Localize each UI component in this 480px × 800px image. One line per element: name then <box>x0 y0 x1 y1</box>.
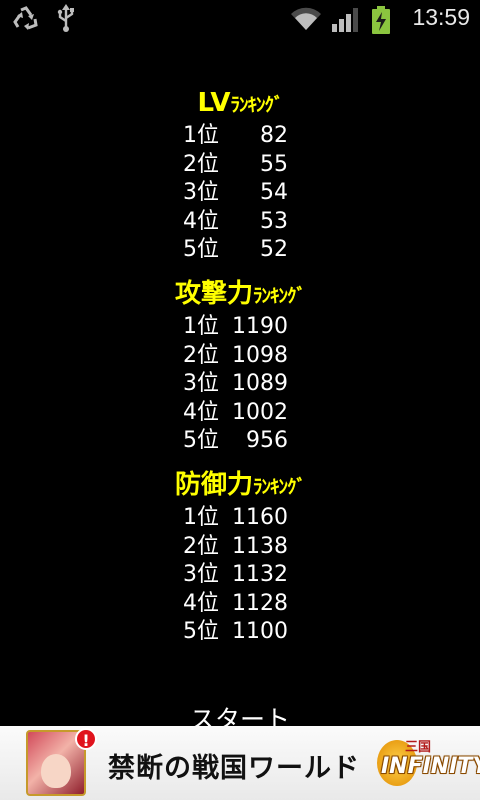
ranking-row: 4位 1128 <box>0 590 480 619</box>
rank-value: 1098 <box>232 342 288 368</box>
rank-value: 82 <box>260 123 288 148</box>
ranking-title-kana: ﾗﾝｷﾝｸﾞ <box>230 94 284 116</box>
ranking-title-main: 攻撃力 <box>174 278 253 309</box>
ranking-row: 1位 1160 <box>0 504 480 533</box>
ad-logo-sub: 三国 <box>405 740 432 755</box>
ranking-row: 2位 1138 <box>0 533 480 562</box>
rank-value: 1128 <box>232 590 288 616</box>
usb-icon <box>56 4 76 36</box>
ranking-row: 5位 956 <box>0 427 480 456</box>
ad-text: 禁断の戦国ワールド <box>108 753 360 784</box>
ranking-title-kana: ﾗﾝｷﾝｸﾞ <box>253 284 306 307</box>
ranking-title-kana: ﾗﾝｷﾝｸﾞ <box>253 475 306 498</box>
ranking-row: 5位 52 <box>0 236 480 265</box>
ranking-row: 4位 53 <box>0 208 480 237</box>
rank-value: 1002 <box>232 399 288 425</box>
clock: 13:59 <box>412 4 470 30</box>
signal-icon <box>332 8 358 36</box>
ranking-title: LVﾗﾝｷﾝｸﾞ <box>0 84 480 122</box>
ranking-row: 4位 1002 <box>0 399 480 428</box>
ranking-row: 2位 55 <box>0 151 480 180</box>
rank-value: 1089 <box>232 371 288 397</box>
rank-value: 54 <box>260 180 288 206</box>
ranking-row: 3位 1089 <box>0 370 480 399</box>
rankings-panel: LVﾗﾝｷﾝｸﾞ 1位 82 2位 55 3位 54 4位 53 5位 52 攻撃力ﾗﾝｷﾝｸﾞ 1位 1… <box>0 84 480 647</box>
ranking-section: 防御力ﾗﾝｷﾝｸﾞ 1位 1160 2位 1138 3位 1132 4位 1128 5位 1100 <box>0 466 480 647</box>
ad-banner[interactable]: ! 禁断の戦国ワールド 三国 INFINITY <box>0 726 480 800</box>
ranking-list: 1位 1160 2位 1138 3位 1132 4位 1128 5位 1100 <box>0 504 480 647</box>
ranking-section: LVﾗﾝｷﾝｸﾞ 1位 82 2位 55 3位 54 4位 53 5位 52 <box>0 84 480 265</box>
ranking-list: 1位 82 2位 55 3位 54 4位 53 5位 52 <box>0 122 480 265</box>
ranking-row: 1位 1190 <box>0 313 480 342</box>
ad-alert-badge: ! <box>75 728 97 750</box>
ranking-title-main: LV <box>197 88 231 118</box>
ranking-section: 攻撃力ﾗﾝｷﾝｸﾞ 1位 1190 2位 1098 3位 1089 4位 1002 5位 956 <box>0 275 480 456</box>
ranking-row: 5位 1100 <box>0 618 480 647</box>
ranking-row: 3位 1132 <box>0 561 480 590</box>
rank-value: 956 <box>246 428 288 454</box>
rank-value: 1100 <box>232 619 288 645</box>
ranking-list: 1位 1190 2位 1098 3位 1089 4位 1002 5位 956 <box>0 313 480 456</box>
ad-logo-main: INFINITY <box>381 754 480 779</box>
rank-value: 52 <box>260 237 288 263</box>
rank-value: 53 <box>260 208 288 234</box>
battery-charging-icon <box>372 6 390 38</box>
status-bar: 13:59 <box>0 0 480 38</box>
rank-value: 55 <box>260 151 288 177</box>
ranking-row: 2位 1098 <box>0 342 480 371</box>
ad-character-face <box>41 754 71 788</box>
ranking-title-main: 防御力 <box>174 469 253 500</box>
ranking-row: 1位 82 <box>0 122 480 151</box>
recycle-icon <box>12 6 40 36</box>
ranking-row: 3位 54 <box>0 179 480 208</box>
ranking-title: 攻撃力ﾗﾝｷﾝｸﾞ <box>0 275 480 313</box>
wifi-icon <box>290 7 322 35</box>
rank-value: 1190 <box>232 313 288 339</box>
rank-value: 1138 <box>232 533 288 559</box>
rank-value: 1160 <box>232 504 288 530</box>
ranking-title: 防御力ﾗﾝｷﾝｸﾞ <box>0 466 480 504</box>
rank-value: 1132 <box>232 562 288 588</box>
ad-logo: 三国 INFINITY <box>375 736 480 794</box>
